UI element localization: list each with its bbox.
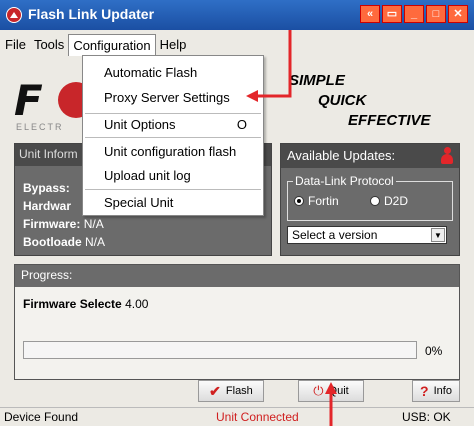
- logo-subtext: ELECTR: [16, 122, 64, 132]
- title-bar: Flash Link Updater « ▭ _ □ ✕: [0, 0, 474, 30]
- menu-tools[interactable]: Tools: [30, 34, 68, 56]
- window-title: Flash Link Updater: [28, 6, 155, 22]
- status-connection: Unit Connected: [216, 410, 299, 424]
- bootloader-row: Bootloade N/A: [23, 235, 105, 249]
- updates-panel: Available Updates: Data-Link Protocol Fo…: [280, 143, 460, 256]
- menu-item-special-unit[interactable]: Special Unit: [83, 192, 263, 214]
- bypass-row: Bypass:: [23, 181, 70, 195]
- version-select[interactable]: Select a version ▼: [287, 226, 447, 244]
- firmware-value: N/A: [83, 217, 104, 231]
- firmware-label: Firmware:: [23, 217, 81, 231]
- rollup-button[interactable]: «: [360, 5, 380, 23]
- bypass-label: Bypass:: [23, 181, 70, 195]
- menu-configuration[interactable]: Configuration: [68, 34, 156, 56]
- configuration-dropdown: Automatic Flash Proxy Server Settings Un…: [82, 55, 264, 216]
- progress-percent: 0%: [425, 344, 443, 358]
- radio-unselected-icon[interactable]: [370, 196, 380, 206]
- updates-header: Available Updates:: [281, 144, 459, 168]
- progress-panel: Progress: Firmware Selecte 4.00 0%: [14, 264, 460, 380]
- progress-header: Progress:: [15, 265, 459, 287]
- progress-bar: [23, 341, 417, 359]
- version-select-value: Select a version: [292, 228, 378, 242]
- maximize-button[interactable]: □: [426, 5, 446, 23]
- flash-button[interactable]: ✔ Flash: [198, 380, 264, 402]
- status-usb: USB: OK: [402, 410, 451, 424]
- status-device: Device Found: [4, 410, 79, 424]
- checkmark-icon: ✔: [209, 382, 221, 399]
- radio-d2d[interactable]: D2D: [370, 194, 408, 208]
- slogan-simple: SIMPLE: [289, 72, 345, 89]
- radio-selected-icon[interactable]: [294, 196, 304, 206]
- protocol-group: Data-Link Protocol Fortin D2D: [287, 174, 453, 221]
- quit-button-label: Quit: [328, 385, 349, 397]
- radio-fortin[interactable]: Fortin: [294, 194, 339, 208]
- close-button[interactable]: ✕: [448, 5, 468, 23]
- radio-d2d-label: D2D: [384, 194, 409, 208]
- window-controls: « ▭ _ □ ✕: [360, 5, 468, 23]
- menu-bar: File Tools Configuration Help: [0, 34, 474, 56]
- unit-options-label: Unit Options: [104, 117, 176, 132]
- logo-letters: F: [14, 76, 43, 125]
- dropdown-arrow-icon[interactable]: ▼: [431, 228, 445, 242]
- minimize-button[interactable]: _: [404, 5, 424, 23]
- protocol-legend: Data-Link Protocol: [293, 174, 396, 188]
- hardware-row: Hardwar: [23, 199, 71, 213]
- slogan-effective: EFFECTIVE: [348, 112, 431, 129]
- app-window: Flash Link Updater « ▭ _ □ ✕ File Tools …: [0, 0, 474, 426]
- firmware-selected-label: Firmware Selecte: [23, 297, 122, 311]
- menu-item-unit-config-flash[interactable]: Unit configuration flash: [83, 141, 263, 163]
- firmware-selected-row: Firmware Selecte 4.00: [23, 297, 148, 311]
- power-icon: ⏻: [313, 383, 324, 398]
- restore-button[interactable]: ▭: [382, 5, 402, 23]
- quit-button[interactable]: ⏻ Quit: [298, 380, 364, 402]
- firmware-row: Firmware: N/A: [23, 217, 104, 231]
- menu-file[interactable]: File: [0, 34, 30, 56]
- menu-separator: [85, 189, 261, 190]
- info-button[interactable]: ? Info: [412, 380, 460, 402]
- slogan-quick: QUICK: [318, 92, 367, 109]
- menu-item-automatic-flash[interactable]: Automatic Flash: [83, 62, 263, 84]
- radio-fortin-label: Fortin: [308, 194, 339, 208]
- menu-item-unit-options[interactable]: Unit Options O: [83, 114, 263, 136]
- firmware-selected-value: 4.00: [125, 297, 149, 311]
- info-button-label: Info: [433, 385, 452, 397]
- app-logo-icon: [6, 7, 22, 23]
- question-mark-icon: ?: [420, 383, 429, 399]
- status-bar: Device Found Unit Connected USB: OK: [0, 407, 474, 426]
- user-icon[interactable]: [441, 147, 453, 165]
- menu-separator: [85, 137, 261, 138]
- unit-options-shortcut: O: [236, 117, 247, 132]
- flash-button-label: Flash: [225, 385, 253, 397]
- menu-item-proxy-settings[interactable]: Proxy Server Settings: [83, 87, 263, 109]
- bootloader-value: N/A: [85, 235, 106, 249]
- menu-help[interactable]: Help: [156, 34, 191, 56]
- menu-item-upload-log[interactable]: Upload unit log: [83, 165, 263, 187]
- hardware-label: Hardwar: [23, 199, 72, 213]
- bootloader-label: Bootloade: [23, 235, 82, 249]
